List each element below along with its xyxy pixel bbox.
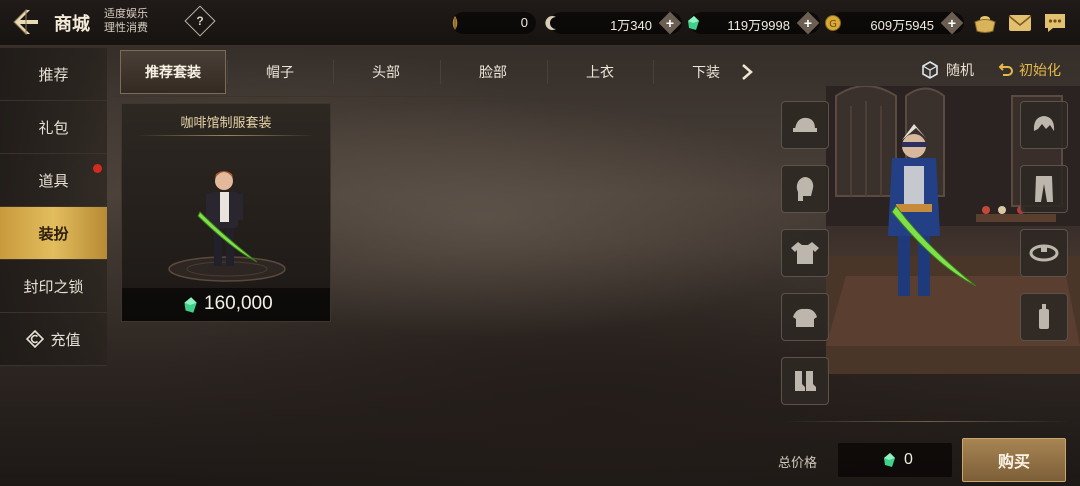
head-slot[interactable]	[781, 165, 829, 213]
svg-text:G: G	[829, 19, 837, 30]
currency-amount: 609万5945	[870, 18, 934, 33]
mail-icon[interactable]	[1007, 11, 1033, 35]
buy-button[interactable]: 购买	[962, 438, 1066, 482]
total-price-label: 总价格	[778, 455, 818, 470]
notice-line-1: 适度娱乐	[104, 8, 148, 20]
tab-label: 脸部	[479, 64, 507, 80]
tabs-divider	[115, 96, 765, 97]
currency-amount: 0	[520, 15, 528, 30]
add-moon-coin-button[interactable]: +	[658, 11, 682, 35]
sidebar-item-recommend[interactable]: 推荐	[0, 48, 107, 101]
tab-top[interactable]: 上衣	[547, 50, 653, 94]
tab-face[interactable]: 脸部	[440, 50, 546, 94]
tab-hat[interactable]: 帽子	[227, 50, 333, 94]
top-bar: 商城 适度娱乐 理性消费 ? 0 1万340 + 119万9998 + G 60…	[0, 0, 1080, 46]
pot-icon[interactable]	[972, 11, 998, 35]
sidebar-item-label: 道具	[38, 172, 69, 190]
tab-recommended-set[interactable]: 推荐套装	[120, 50, 226, 94]
green-gem-icon	[688, 16, 699, 30]
moderation-notice: 适度娱乐 理性消费	[104, 7, 148, 35]
sidebar-item-label: 推荐	[38, 66, 69, 84]
sidebar-item-gift-pack[interactable]: 礼包	[0, 101, 107, 154]
total-price-box: 0	[838, 443, 952, 477]
shoulder-slot[interactable]	[781, 293, 829, 341]
belt-slot[interactable]	[1020, 229, 1068, 277]
total-price-value: 0	[904, 451, 913, 468]
currency-amount: 119万9998	[727, 18, 790, 33]
gold-coin-icon: G	[825, 15, 841, 31]
question-icon: ?	[196, 14, 204, 28]
tab-label: 帽子	[266, 64, 294, 80]
product-price: 160,000	[204, 293, 273, 314]
feather-icon	[452, 16, 458, 30]
help-button[interactable]: ?	[184, 5, 216, 37]
notice-line-2: 理性消费	[104, 22, 148, 34]
pants-slot[interactable]	[1020, 165, 1068, 213]
belt-slot-icon	[1029, 244, 1059, 262]
chevron-right-icon[interactable]	[738, 62, 756, 82]
tab-label: 推荐套装	[145, 64, 201, 80]
shoes-slot-icon	[795, 371, 816, 391]
plus-icon: +	[803, 15, 813, 31]
sidebar-item-costume[interactable]: 装扮	[0, 207, 107, 260]
random-button[interactable]: 随机	[920, 60, 974, 80]
page-title: 商城	[54, 14, 90, 34]
hair-slot[interactable]	[1020, 101, 1068, 149]
currency-gold: G 609万5945 +	[825, 11, 964, 35]
currency-feather: 0	[452, 12, 536, 34]
top-slot[interactable]	[781, 229, 829, 277]
chat-icon[interactable]	[1042, 11, 1068, 35]
hat-slot-icon	[793, 117, 817, 132]
shoulder-slot-icon	[793, 308, 817, 327]
reset-label: 初始化	[1019, 62, 1061, 78]
dice-icon	[922, 61, 938, 79]
pants-slot-icon	[1035, 176, 1053, 202]
preview-divider	[784, 421, 1070, 422]
card-divider	[136, 135, 316, 136]
plus-icon: +	[665, 15, 675, 31]
sidebar-item-recharge[interactable]: 充值	[0, 313, 107, 366]
sidebar-item-label: 礼包	[38, 119, 69, 137]
shoes-slot[interactable]	[781, 357, 829, 405]
add-gem-button[interactable]: +	[796, 11, 820, 35]
random-label: 随机	[946, 62, 974, 78]
product-name: 咖啡馆制服套装	[180, 115, 272, 130]
tab-head[interactable]: 头部	[333, 50, 439, 94]
green-gem-icon	[884, 453, 895, 467]
back-button[interactable]	[4, 4, 46, 40]
recharge-icon	[26, 330, 45, 348]
tab-label: 下装	[692, 64, 720, 80]
back-arrow-icon	[13, 8, 38, 36]
undo-icon	[998, 63, 1013, 76]
hair-slot-icon	[1033, 116, 1055, 131]
currency-amount: 1万340	[610, 18, 652, 33]
weapon-slot-icon	[1039, 304, 1049, 329]
crescent-coin-icon	[545, 16, 556, 30]
currency-gem: 119万9998 +	[688, 11, 820, 35]
head-slot-icon	[796, 176, 814, 201]
add-gold-button[interactable]: +	[940, 11, 964, 35]
subcategory-tabs: 推荐套装 帽子 头部 脸部 上衣 下装	[115, 50, 765, 94]
notification-badge	[93, 164, 102, 173]
sidebar-item-label: 充值	[50, 331, 81, 349]
green-gem-icon	[184, 297, 197, 313]
hat-slot[interactable]	[781, 101, 829, 149]
buy-label: 购买	[997, 454, 1030, 471]
plus-icon: +	[947, 15, 957, 31]
sidebar-item-label: 装扮	[38, 225, 69, 243]
tab-label: 头部	[372, 64, 400, 80]
reset-button[interactable]: 初始化	[996, 60, 1061, 80]
sidebar-item-seal-lock[interactable]: 封印之锁	[0, 260, 107, 313]
category-sidebar: 推荐 礼包 道具 装扮 封印之锁 充值	[0, 48, 107, 366]
price-bar: 160,000	[122, 288, 330, 321]
sidebar-item-label: 封印之锁	[23, 278, 84, 296]
product-card[interactable]: 咖啡馆制服套装 160,000	[121, 103, 331, 322]
weapon-slot[interactable]	[1020, 293, 1068, 341]
sidebar-item-items[interactable]: 道具	[0, 154, 107, 207]
currency-moon-coin: 1万340 +	[545, 11, 682, 35]
tab-label: 上衣	[586, 64, 614, 80]
top-slot-icon	[791, 242, 819, 264]
costume-character-image	[168, 171, 286, 282]
